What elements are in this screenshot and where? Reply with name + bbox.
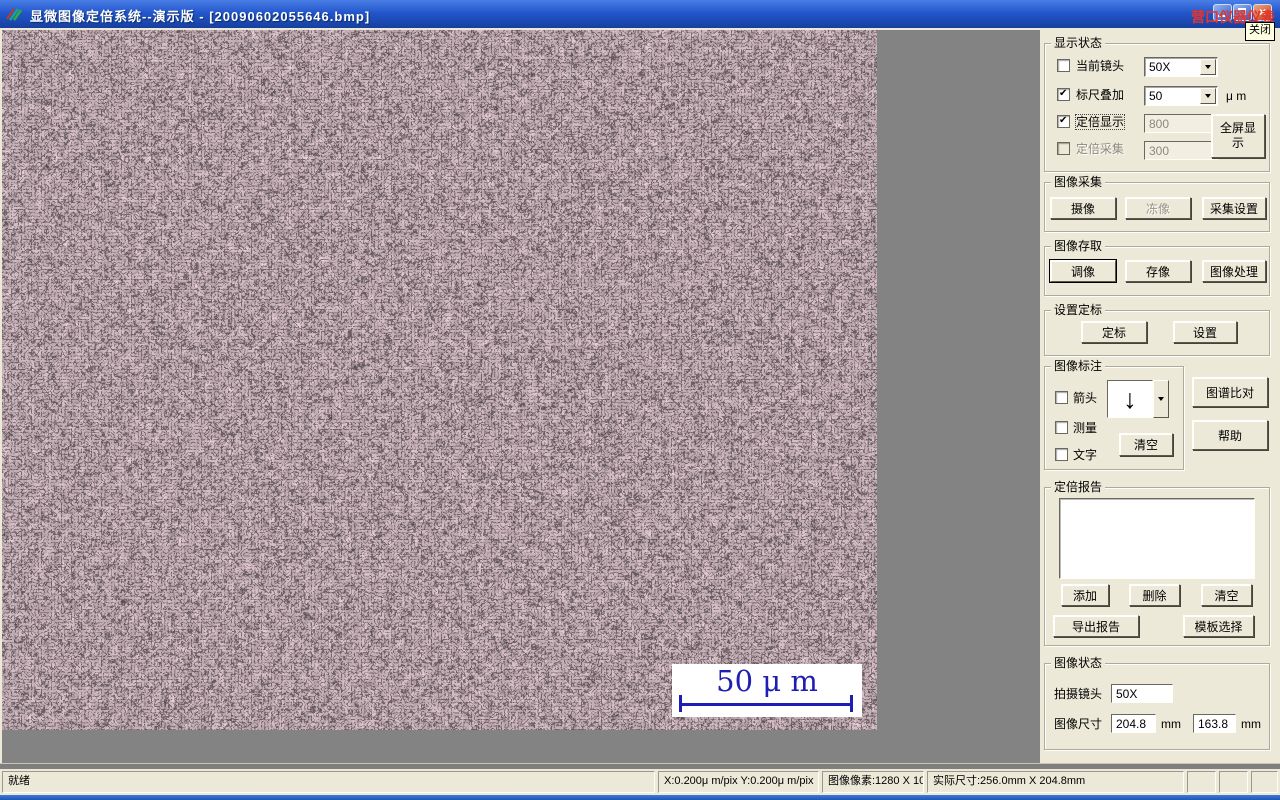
measure-checkbox[interactable] [1055, 421, 1068, 434]
calibration-title: 设置定标 [1051, 303, 1106, 318]
image-capture-group: 图像采集 摄像 冻像 采集设置 [1044, 175, 1270, 232]
scale-bar-tick-right [850, 695, 853, 712]
triangle-glyph [1158, 397, 1164, 401]
image-status-group: 图像状态 拍摄镜头 50X 图像尺寸 204.8 mm 163.8 mm [1044, 656, 1270, 750]
fixed-display-input: 800 [1144, 114, 1218, 133]
down-arrow-icon: ↓ [1123, 383, 1137, 414]
close-tooltip: 关闭 [1245, 22, 1275, 41]
image-storage-group: 图像存取 调像 存像 图像处理 [1044, 239, 1270, 296]
save-image-button[interactable]: 存像 [1125, 260, 1191, 282]
scale-overlay-select[interactable]: 50 [1144, 86, 1218, 106]
status-empty-panel [1251, 771, 1278, 793]
image-viewport: 50 μ m [2, 30, 1040, 763]
report-group: 定倍报告 添加 删除 清空 导出报告 模板选择 [1044, 480, 1270, 646]
report-add-button[interactable]: 添加 [1061, 584, 1109, 606]
atlas-compare-button[interactable]: 图谱比对 [1192, 377, 1268, 407]
triangle-glyph [1205, 65, 1211, 69]
annotation-clear-button[interactable]: 清空 [1119, 433, 1173, 456]
arrow-checkbox[interactable] [1055, 391, 1068, 404]
display-status-title: 显示状态 [1051, 36, 1106, 51]
status-ready: 就绪 [2, 771, 655, 793]
text-checkbox[interactable] [1055, 448, 1068, 461]
application-window: 显微图像定倍系统--演示版 - [20090602055646.bmp] × 营… [0, 0, 1280, 800]
image-capture-title: 图像采集 [1051, 175, 1106, 190]
capture-button[interactable]: 摄像 [1050, 197, 1116, 219]
scale-bar-overlay: 50 μ m [672, 664, 862, 717]
annotation-group: 图像标注 箭头 测量 文字 ↓ 清空 [1044, 359, 1184, 470]
lens-label: 拍摄镜头 [1054, 687, 1103, 701]
status-empty-panel [1187, 771, 1216, 793]
annotation-title: 图像标注 [1051, 359, 1106, 374]
capture-settings-button[interactable]: 采集设置 [1202, 197, 1266, 219]
title-bar: 显微图像定倍系统--演示版 - [20090602055646.bmp] × 营… [0, 0, 1280, 28]
load-image-button[interactable]: 调像 [1049, 259, 1117, 283]
fixed-capture-checkbox [1057, 142, 1070, 155]
display-status-group: 显示状态 当前镜头 50X 标尺叠加 50 μ m 定倍显示 800 定倍采集 … [1044, 36, 1270, 172]
image-storage-title: 图像存取 [1051, 239, 1106, 254]
window-title: 显微图像定倍系统--演示版 - [20090602055646.bmp] [30, 9, 371, 24]
chevron-down-icon[interactable] [1200, 59, 1216, 75]
report-delete-button[interactable]: 删除 [1129, 584, 1180, 606]
status-image-pixels: 图像像素:1280 X 1024 [822, 771, 924, 793]
report-title: 定倍报告 [1051, 480, 1106, 495]
report-clear-button[interactable]: 清空 [1201, 584, 1252, 606]
text-label: 文字 [1073, 448, 1098, 462]
micrograph-canvas[interactable]: 50 μ m [2, 30, 877, 730]
report-listbox[interactable] [1059, 498, 1255, 579]
scale-overlay-checkbox[interactable] [1057, 88, 1070, 101]
freeze-button: 冻像 [1125, 197, 1191, 219]
fixed-display-checkbox[interactable] [1057, 115, 1070, 128]
image-width-unit: mm [1161, 717, 1181, 731]
scale-bar-line [680, 703, 852, 706]
scale-bar-label: 50 μ m [716, 664, 818, 698]
current-lens-value: 50X [1149, 60, 1171, 74]
calibration-settings-button[interactable]: 设置 [1173, 321, 1237, 343]
status-bar: 就绪 X:0.200μ m/pix Y:0.200μ m/pix 图像像素:12… [0, 763, 1280, 800]
scale-bar-tick-left [679, 695, 682, 712]
image-size-label: 图像尺寸 [1054, 717, 1103, 731]
status-empty-panel [1219, 771, 1248, 793]
calibration-group: 设置定标 定标 设置 [1044, 303, 1270, 356]
micrograph-texture [2, 30, 877, 730]
image-height-unit: mm [1241, 717, 1261, 731]
scale-overlay-unit: μ m [1226, 89, 1247, 103]
fixed-display-label: 定倍显示 [1074, 114, 1126, 130]
status-actual-size: 实际尺寸:256.0mm X 204.8mm [927, 771, 1184, 793]
image-status-title: 图像状态 [1051, 656, 1106, 671]
arrow-style-select[interactable]: ↓ [1107, 380, 1153, 418]
client-area: 50 μ m 显示状态 当前镜头 50X 标尺叠加 50 μ m [0, 28, 1280, 763]
triangle-glyph [1205, 94, 1211, 98]
report-template-button[interactable]: 模板选择 [1183, 615, 1254, 637]
status-bar-divider [0, 763, 1280, 769]
lens-value-input[interactable]: 50X [1111, 684, 1173, 703]
arrow-label: 箭头 [1073, 391, 1098, 405]
fullscreen-button[interactable]: 全屏显示 [1211, 114, 1265, 158]
scale-overlay-label: 标尺叠加 [1076, 88, 1125, 102]
calibrate-button[interactable]: 定标 [1081, 321, 1147, 343]
fixed-capture-label: 定倍采集 [1076, 142, 1125, 156]
status-pixel-scale: X:0.200μ m/pix Y:0.200μ m/pix [658, 771, 819, 793]
arrow-style-dropdown-button[interactable] [1153, 380, 1169, 418]
taskbar-edge [0, 795, 1280, 800]
app-icon [6, 8, 23, 21]
image-height-input[interactable]: 163.8 [1193, 714, 1236, 733]
current-lens-checkbox[interactable] [1057, 59, 1070, 72]
fixed-capture-input: 300 [1144, 141, 1218, 160]
measure-label: 测量 [1073, 421, 1098, 435]
current-lens-select[interactable]: 50X [1144, 57, 1218, 77]
scale-overlay-value: 50 [1149, 89, 1163, 103]
image-width-input[interactable]: 204.8 [1111, 714, 1156, 733]
report-export-button[interactable]: 导出报告 [1053, 615, 1139, 637]
chevron-down-icon[interactable] [1200, 88, 1216, 104]
current-lens-label: 当前镜头 [1076, 59, 1125, 73]
help-button[interactable]: 帮助 [1192, 420, 1268, 450]
image-process-button[interactable]: 图像处理 [1202, 260, 1266, 282]
